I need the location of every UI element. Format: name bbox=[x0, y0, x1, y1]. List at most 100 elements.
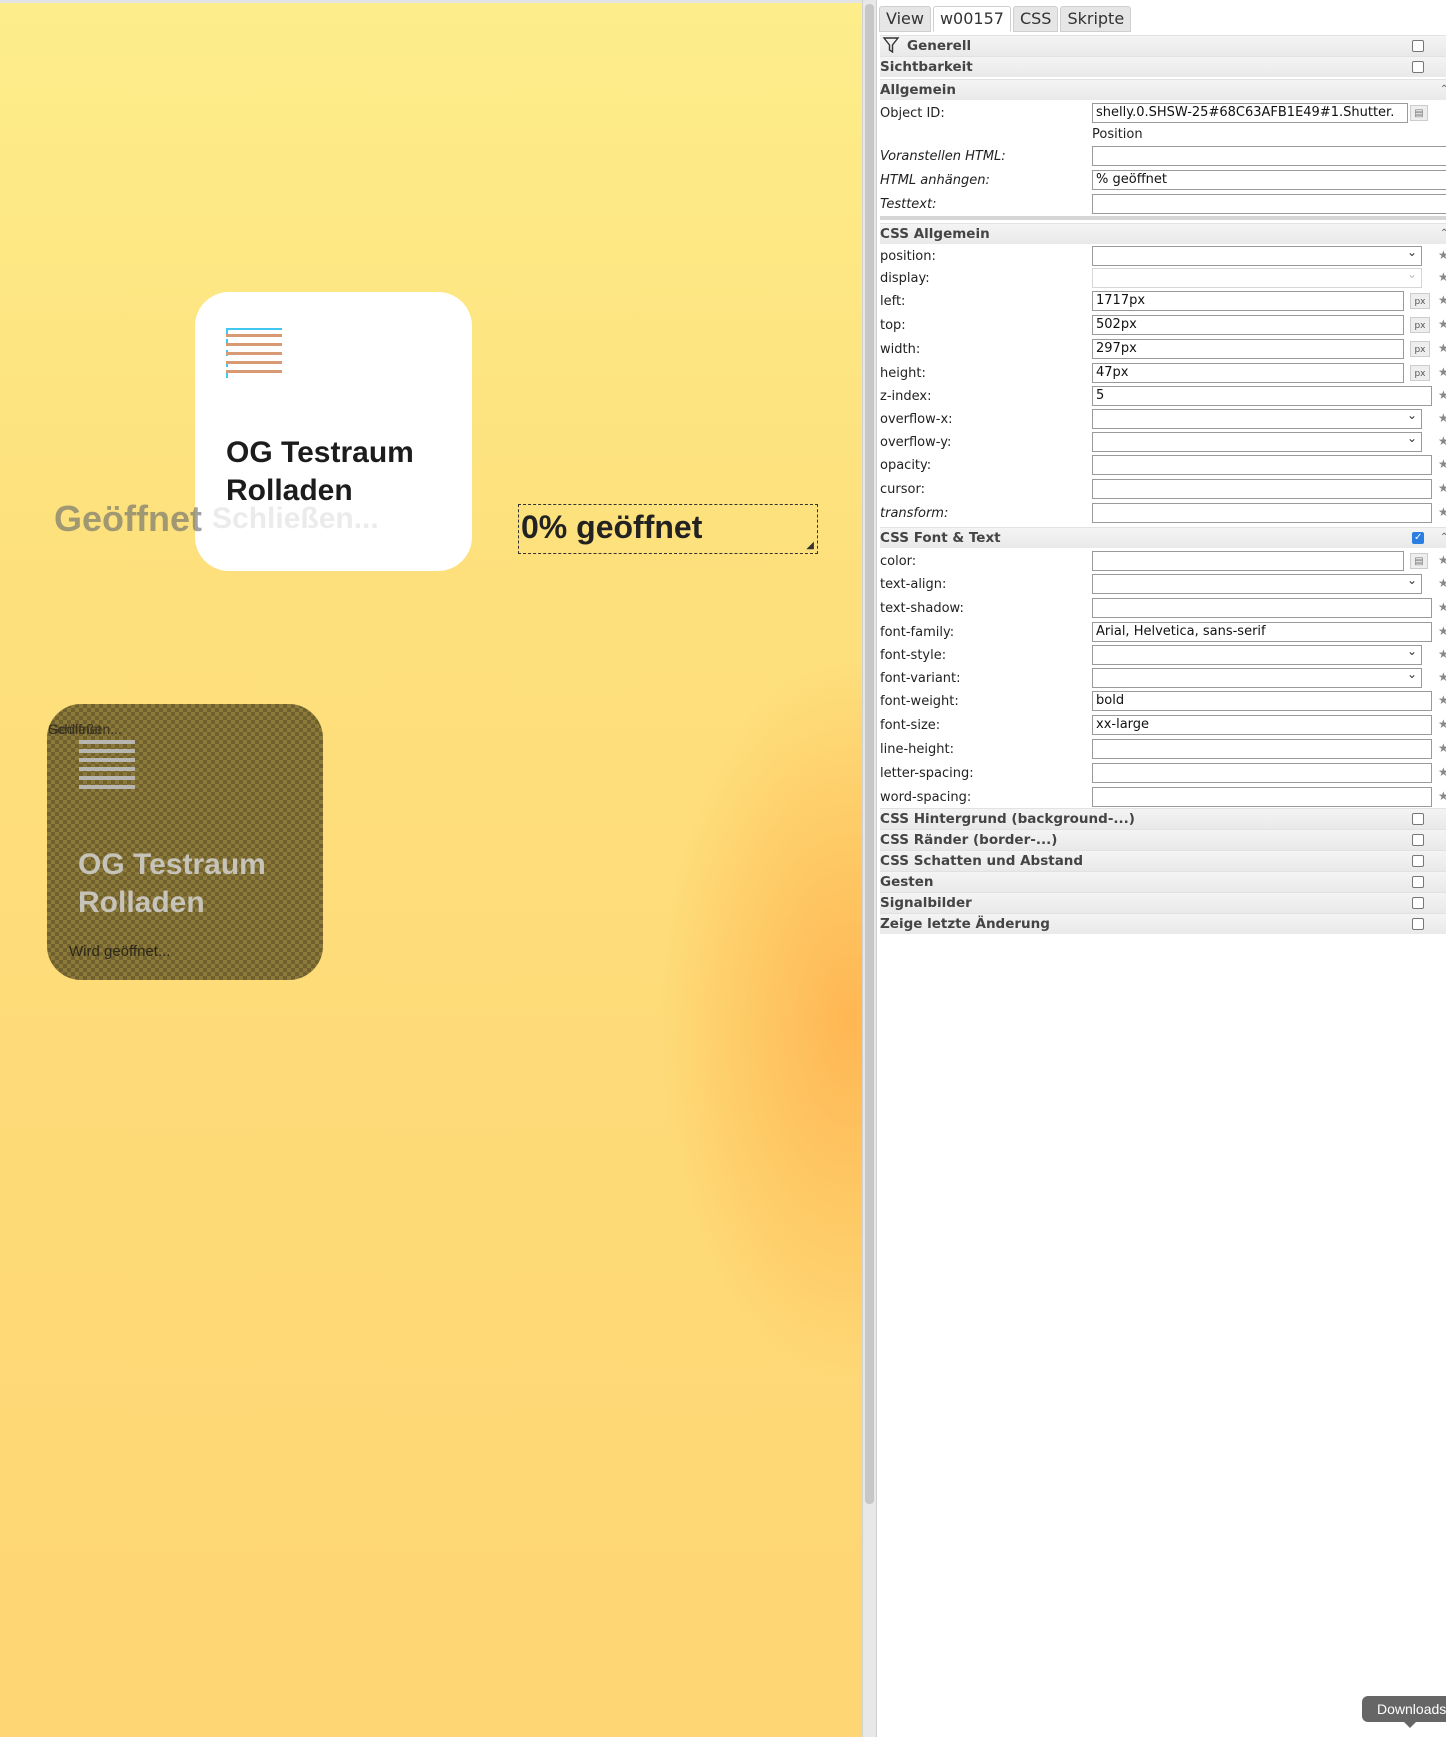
star-icon[interactable]: ★ bbox=[1438, 457, 1446, 471]
font-size-input[interactable]: xx-large bbox=[1092, 715, 1432, 735]
position-widget-selected[interactable]: 0% geöffnet ◢ bbox=[518, 504, 818, 554]
overflow-x-input[interactable] bbox=[1092, 409, 1422, 429]
color-input[interactable] bbox=[1092, 551, 1404, 571]
transform-input[interactable] bbox=[1092, 503, 1432, 523]
position-input[interactable] bbox=[1092, 246, 1422, 266]
text-align-input[interactable] bbox=[1092, 574, 1422, 594]
unit-button[interactable]: px bbox=[1410, 317, 1430, 333]
tab-skripte[interactable]: Skripte bbox=[1060, 6, 1132, 32]
top-input[interactable]: 502px bbox=[1092, 315, 1404, 335]
unit-button[interactable]: px bbox=[1410, 293, 1430, 309]
section-sichtbarkeit[interactable]: Sichtbarkeit bbox=[880, 56, 1446, 77]
star-icon[interactable]: ★ bbox=[1438, 434, 1446, 448]
cursor-input[interactable] bbox=[1092, 479, 1432, 499]
tab-css[interactable]: CSS bbox=[1012, 6, 1059, 32]
star-icon[interactable]: ★ bbox=[1438, 293, 1446, 307]
star-icon[interactable]: ★ bbox=[1438, 270, 1446, 284]
testtext-input[interactable] bbox=[1092, 194, 1446, 214]
object-id-hint: Position bbox=[1092, 127, 1143, 142]
shutter-card-preview[interactable]: OG Testraum Rolladen bbox=[47, 704, 323, 980]
row-font-variant: font-variant:★ bbox=[880, 668, 1446, 690]
z-index-input[interactable]: 5 bbox=[1092, 386, 1432, 406]
color-picker-icon[interactable]: ▤ bbox=[1410, 553, 1428, 569]
section-generell[interactable]: Generell bbox=[880, 35, 1446, 56]
prepend-html-input[interactable] bbox=[1092, 146, 1446, 166]
font-variant-input[interactable] bbox=[1092, 668, 1422, 688]
section-css-raender[interactable]: CSS Ränder (border-...) bbox=[880, 829, 1446, 850]
object-id-input[interactable]: shelly.0.SHSW-25#68C63AFB1E49#1.Shutter. bbox=[1092, 103, 1408, 123]
section-css-schatten[interactable]: CSS Schatten und Abstand bbox=[880, 850, 1446, 871]
css-schatten-checkbox[interactable] bbox=[1412, 855, 1424, 867]
height-input[interactable]: 47px bbox=[1092, 363, 1404, 383]
unit-button[interactable]: px bbox=[1410, 341, 1430, 357]
star-icon[interactable]: ★ bbox=[1438, 317, 1446, 331]
width-input[interactable]: 297px bbox=[1092, 339, 1404, 359]
section-allgemein[interactable]: Allgemein ⌃ bbox=[880, 79, 1446, 100]
opacity-input[interactable] bbox=[1092, 455, 1432, 475]
css-raender-checkbox[interactable] bbox=[1412, 834, 1424, 846]
word-spacing-input[interactable] bbox=[1092, 787, 1432, 807]
sichtbarkeit-checkbox[interactable] bbox=[1412, 61, 1424, 73]
section-css-font[interactable]: CSS Font & Text ⌃ bbox=[880, 527, 1446, 548]
star-icon[interactable]: ★ bbox=[1438, 388, 1446, 402]
overflow-y-input[interactable] bbox=[1092, 432, 1422, 452]
left-input[interactable]: 1717px bbox=[1092, 291, 1404, 311]
section-css-allgemein[interactable]: CSS Allgemein ⌃ bbox=[880, 223, 1446, 244]
font-family-input[interactable]: Arial, Helvetica, sans-serif bbox=[1092, 622, 1432, 642]
star-icon[interactable]: ★ bbox=[1438, 365, 1446, 379]
star-icon[interactable]: ★ bbox=[1438, 670, 1446, 684]
downloads-button[interactable]: Downloads bbox=[1362, 1696, 1446, 1728]
collapse-icon[interactable]: ⌃ bbox=[1440, 80, 1446, 100]
font-weight-input[interactable]: bold bbox=[1092, 691, 1432, 711]
star-icon[interactable]: ★ bbox=[1438, 624, 1446, 638]
collapse-icon[interactable]: ⌃ bbox=[1440, 224, 1446, 244]
scrollbar-thumb[interactable] bbox=[865, 4, 874, 1504]
window-blind-icon[interactable] bbox=[226, 328, 282, 378]
signalbilder-checkbox[interactable] bbox=[1412, 897, 1424, 909]
view-canvas[interactable]: OG Testraum Rolladen Geöffnet Schließen.… bbox=[0, 0, 862, 1737]
filter-icon[interactable] bbox=[882, 36, 900, 54]
properties-panel: View w00157 CSS Skripte Generell Sichtba… bbox=[876, 0, 1446, 1737]
star-icon[interactable]: ★ bbox=[1438, 717, 1446, 731]
star-icon[interactable]: ★ bbox=[1438, 481, 1446, 495]
css-hintergrund-checkbox[interactable] bbox=[1412, 813, 1424, 825]
canvas-scrollbar[interactable] bbox=[862, 0, 876, 1737]
state-close-text[interactable]: Schließen... bbox=[212, 499, 379, 539]
gesten-checkbox[interactable] bbox=[1412, 876, 1424, 888]
select-id-icon[interactable]: ▤ bbox=[1410, 105, 1428, 121]
star-icon[interactable]: ★ bbox=[1438, 505, 1446, 519]
resize-handle-icon[interactable]: ◢ bbox=[806, 540, 814, 551]
star-icon[interactable]: ★ bbox=[1438, 553, 1446, 567]
star-icon[interactable]: ★ bbox=[1438, 411, 1446, 425]
collapse-icon[interactable]: ⌃ bbox=[1440, 528, 1446, 548]
state-open-text[interactable]: Geöffnet bbox=[54, 499, 202, 539]
star-icon[interactable]: ★ bbox=[1438, 647, 1446, 661]
star-icon[interactable]: ★ bbox=[1438, 741, 1446, 755]
css-font-checkbox[interactable] bbox=[1412, 528, 1424, 548]
star-icon[interactable]: ★ bbox=[1438, 600, 1446, 614]
letzte-aenderung-checkbox[interactable] bbox=[1412, 918, 1424, 930]
section-signalbilder[interactable]: Signalbilder bbox=[880, 892, 1446, 913]
append-html-input[interactable]: % geöffnet bbox=[1092, 170, 1446, 190]
letter-spacing-input[interactable] bbox=[1092, 763, 1432, 783]
star-icon[interactable]: ★ bbox=[1438, 248, 1446, 262]
text-shadow-input[interactable] bbox=[1092, 598, 1432, 618]
section-css-hintergrund[interactable]: CSS Hintergrund (background-...) bbox=[880, 808, 1446, 829]
tab-widget[interactable]: w00157 bbox=[932, 6, 1011, 32]
generell-checkbox[interactable] bbox=[1412, 40, 1424, 52]
line-height-input[interactable] bbox=[1092, 739, 1432, 759]
font-style-input[interactable] bbox=[1092, 645, 1422, 665]
star-icon[interactable]: ★ bbox=[1438, 341, 1446, 355]
panel-tabs: View w00157 CSS Skripte bbox=[879, 6, 1132, 32]
star-icon[interactable]: ★ bbox=[1438, 576, 1446, 590]
row-z-index: z-index: 5 ★ bbox=[880, 386, 1446, 408]
row-transform: transform: ★ bbox=[880, 503, 1446, 525]
tab-view[interactable]: View bbox=[879, 6, 931, 32]
divider bbox=[880, 216, 1446, 220]
star-icon[interactable]: ★ bbox=[1438, 693, 1446, 707]
section-letzte-aenderung[interactable]: Zeige letzte Änderung bbox=[880, 913, 1446, 934]
star-icon[interactable]: ★ bbox=[1438, 789, 1446, 803]
star-icon[interactable]: ★ bbox=[1438, 765, 1446, 779]
section-gesten[interactable]: Gesten bbox=[880, 871, 1446, 892]
unit-button[interactable]: px bbox=[1410, 365, 1430, 381]
